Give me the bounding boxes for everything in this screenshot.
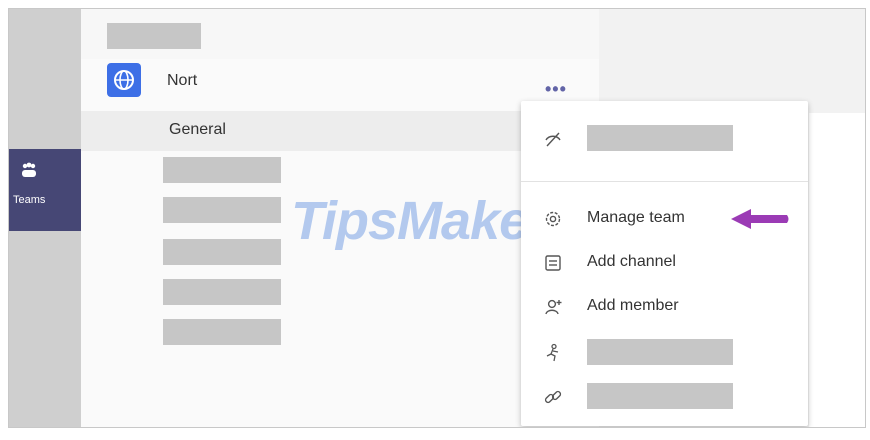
channel-placeholder[interactable]	[163, 239, 281, 265]
menu-item-link[interactable]	[521, 377, 808, 417]
menu-item-add-channel[interactable]: Add channel	[521, 243, 808, 283]
menu-placeholder	[587, 383, 733, 409]
menu-item-label: Add member	[587, 297, 679, 314]
watermark-text: TipsMake	[291, 191, 529, 251]
menu-item-label: Add channel	[587, 253, 676, 270]
rail-teams-label: Teams	[13, 194, 46, 206]
menu-item-hide[interactable]	[521, 119, 808, 159]
team-name[interactable]: Nort	[167, 72, 197, 90]
rail-teams[interactable]: Teams	[9, 149, 81, 231]
team-avatar[interactable]	[107, 63, 141, 97]
header-placeholder	[107, 23, 201, 49]
channel-icon	[545, 255, 561, 271]
globe-icon	[114, 70, 134, 90]
teams-window: Teams Nort ••• General TipsMake Manage t…	[8, 8, 866, 428]
menu-item-leave[interactable]	[521, 333, 808, 373]
right-background	[809, 113, 865, 427]
link-icon	[544, 390, 562, 404]
channel-placeholder[interactable]	[163, 319, 281, 345]
gear-icon	[545, 211, 561, 227]
leave-team-icon	[546, 343, 559, 362]
menu-placeholder	[587, 125, 733, 151]
more-options-icon[interactable]: •••	[545, 79, 567, 100]
add-member-icon	[545, 299, 562, 315]
channel-name: General	[169, 121, 226, 138]
menu-placeholder	[587, 339, 733, 365]
channel-placeholder[interactable]	[163, 157, 281, 183]
menu-item-label: Manage team	[587, 209, 685, 226]
menu-item-add-member[interactable]: Add member	[521, 287, 808, 327]
teams-icon	[22, 162, 36, 177]
channel-placeholder[interactable]	[163, 279, 281, 305]
channel-placeholder[interactable]	[163, 197, 281, 223]
pointer-arrow-icon	[731, 209, 789, 229]
team-options-menu: Manage team Add channel Add member	[521, 101, 808, 426]
menu-divider	[521, 181, 808, 182]
hide-icon	[545, 132, 561, 147]
